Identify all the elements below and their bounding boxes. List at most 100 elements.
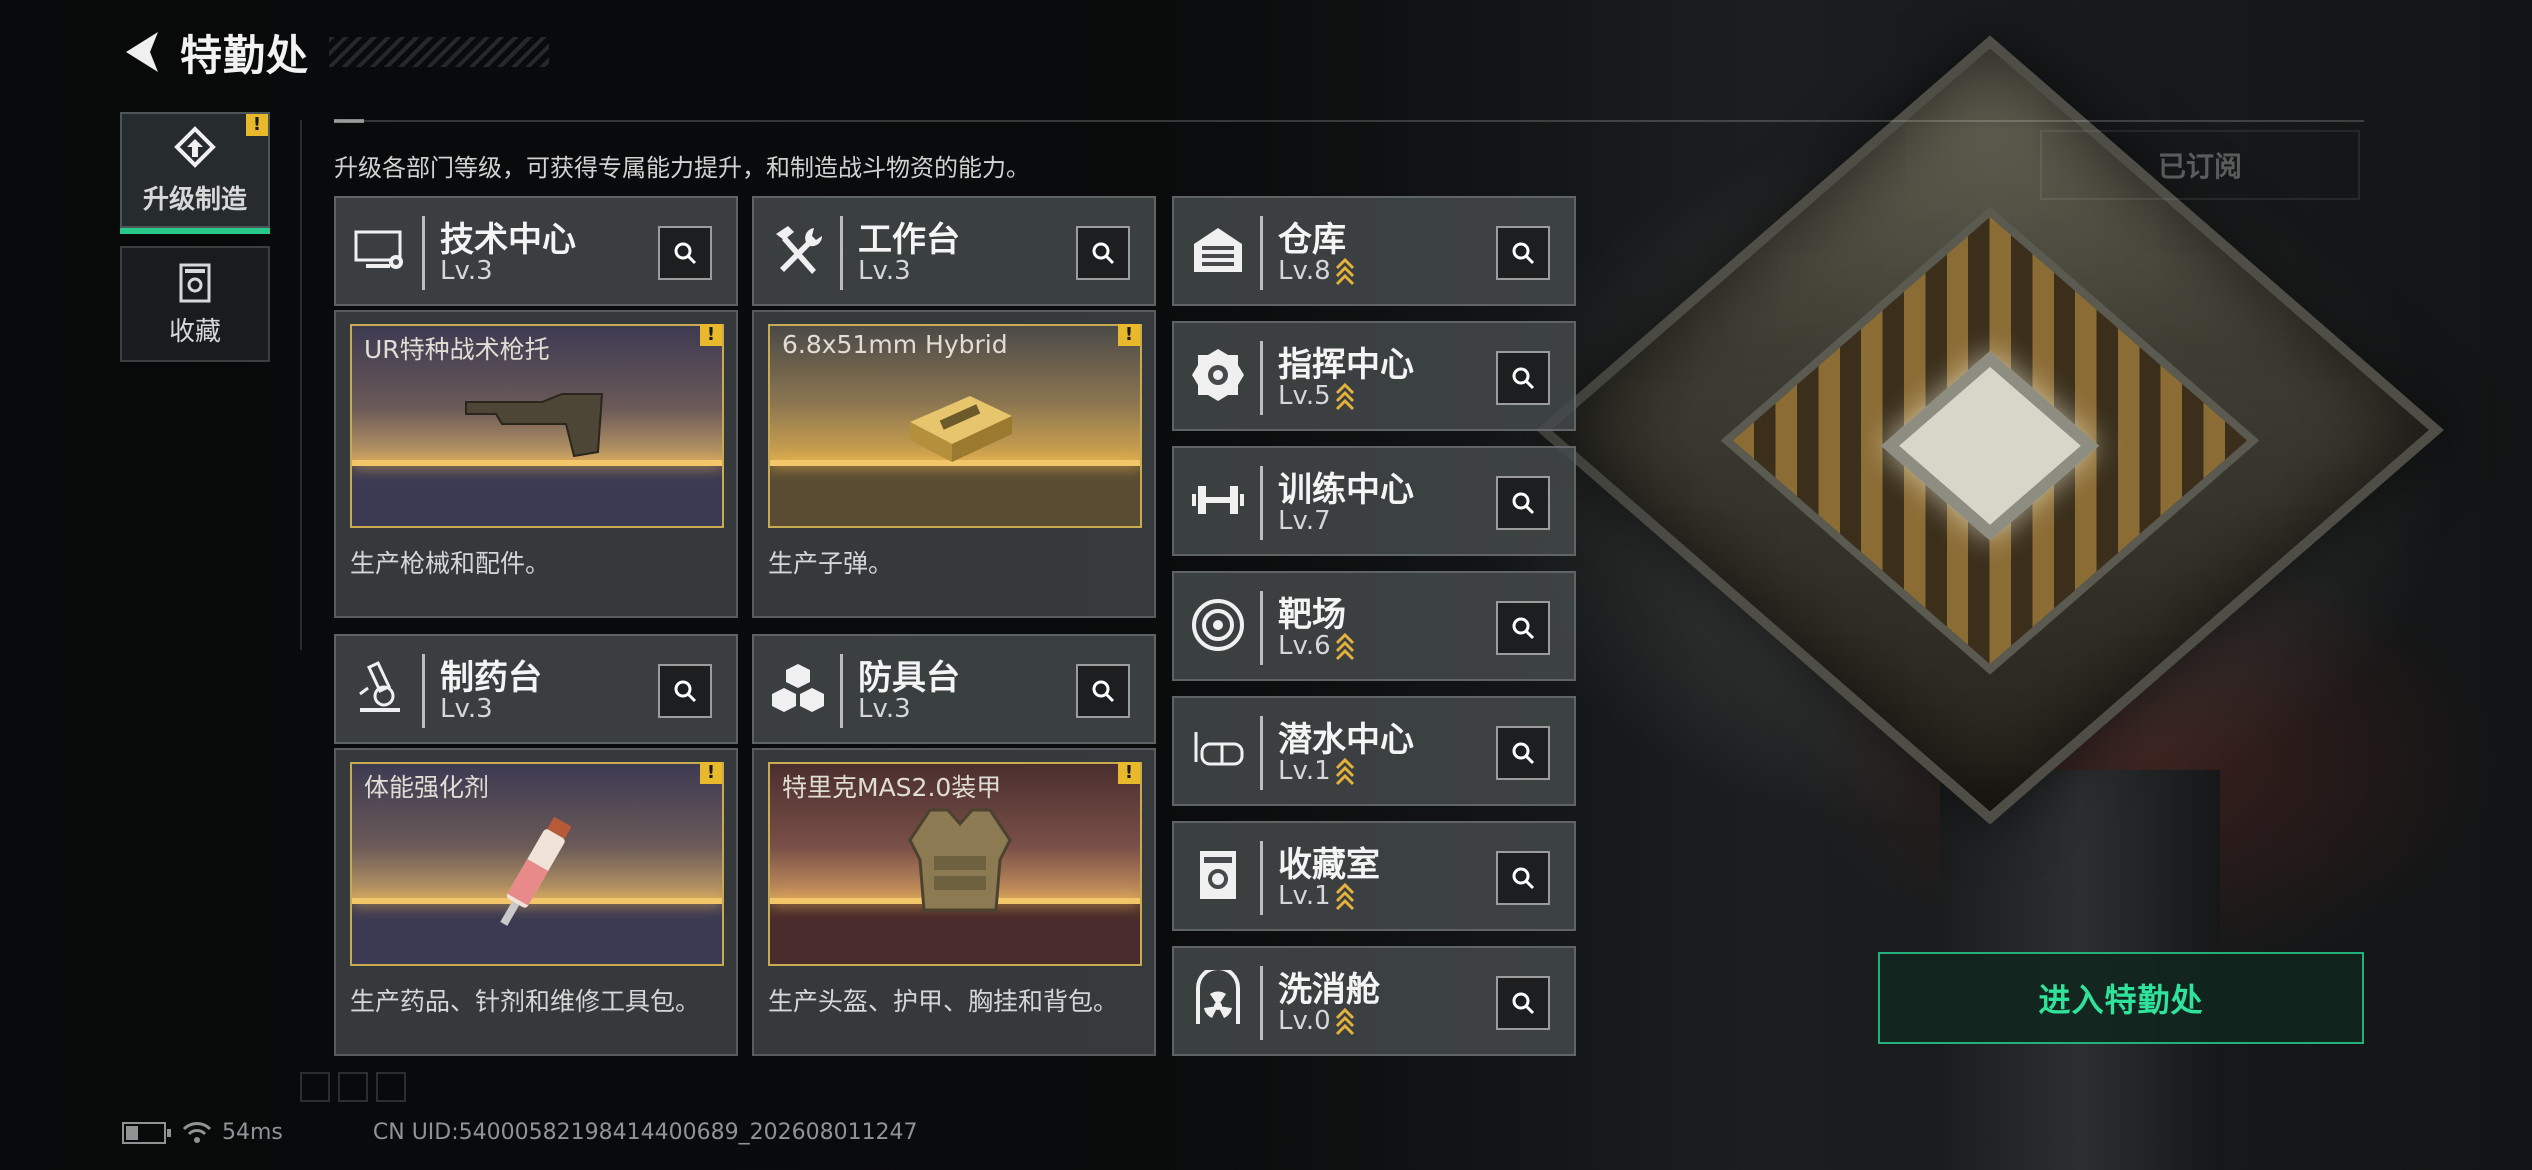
back-arrow-icon[interactable] <box>120 28 166 76</box>
search-button[interactable] <box>1496 601 1550 655</box>
subscribed-button[interactable]: 已订阅 <box>2040 130 2360 200</box>
product-card-armor[interactable]: 特里克MAS2.0装甲 ! 生产头盔、护甲、胸挂和背包。 <box>752 748 1156 1056</box>
level-text: Lv.8 <box>1278 256 1331 286</box>
search-icon <box>1512 617 1535 640</box>
search-button[interactable] <box>1496 851 1550 905</box>
separator <box>1260 216 1263 290</box>
facility-training-center[interactable]: 训练中心 Lv.7 <box>1172 446 1576 556</box>
tab-collection[interactable]: 收藏 <box>120 246 270 362</box>
workshop-name: 技术中心 <box>440 220 576 260</box>
product-card-tech[interactable]: UR特种战术枪托 ! 生产枪械和配件。 <box>334 310 738 618</box>
search-icon <box>1092 680 1115 703</box>
search-button[interactable] <box>658 664 712 718</box>
separator <box>422 216 425 290</box>
level-text: Lv.5 <box>1278 381 1331 411</box>
search-icon <box>1512 867 1535 890</box>
search-button[interactable] <box>1496 226 1550 280</box>
upgrade-arrow-icon <box>1335 757 1354 785</box>
search-button[interactable] <box>1496 476 1550 530</box>
product-description: 生产枪械和配件。 <box>350 549 551 578</box>
footer-decoration <box>300 1072 406 1102</box>
workshop-armor-bench[interactable]: 防具台 Lv.3 <box>752 634 1156 744</box>
search-icon <box>1512 992 1535 1015</box>
facility-level: Lv.0 <box>1278 1006 1355 1036</box>
separator <box>1260 966 1263 1040</box>
separator <box>1260 841 1263 915</box>
facility-name: 洗消舱 <box>1278 970 1380 1010</box>
tab-label: 收藏 <box>168 316 221 347</box>
search-button[interactable] <box>1496 726 1550 780</box>
user-uid: CN UID:54000582198414400689_202608011247 <box>372 1120 918 1145</box>
workshop-pharmacy[interactable]: 制药台 Lv.3 <box>334 634 738 744</box>
upgrade-icon <box>174 125 216 168</box>
facility-command-center[interactable]: 指挥中心 Lv.5 <box>1172 321 1576 431</box>
level-text: Lv.7 <box>1278 506 1331 536</box>
page-header: 特勤处 <box>120 22 550 82</box>
facility-shooting-range[interactable]: 靶场 Lv.6 <box>1172 571 1576 681</box>
facility-decon-chamber[interactable]: 洗消舱 Lv.0 <box>1172 946 1576 1056</box>
tab-upgrade-craft[interactable]: 升级制造 ! <box>120 112 270 234</box>
intro-text: 升级各部门等级，可获得专属能力提升，和制造战斗物资的能力。 <box>334 154 1030 182</box>
product-description: 生产药品、针剂和维修工具包。 <box>350 987 701 1016</box>
separator <box>1260 591 1263 665</box>
microscope-icon <box>359 661 400 712</box>
product-name: 特里克MAS2.0装甲 <box>782 773 1002 802</box>
facility-warehouse[interactable]: 仓库 Lv.8 <box>1172 196 1576 306</box>
warning-badge: ! <box>700 762 722 784</box>
warning-badge: ! <box>246 114 268 136</box>
search-icon <box>1092 242 1115 265</box>
product-description: 生产子弹。 <box>768 549 894 578</box>
search-icon <box>1512 242 1535 265</box>
syringe-image <box>500 816 572 926</box>
product-name: UR特种战术枪托 <box>364 335 550 364</box>
facility-level: Lv.1 <box>1278 881 1355 911</box>
facility-level: Lv.1 <box>1278 756 1355 786</box>
facility-diving-center[interactable]: 潜水中心 Lv.1 <box>1172 696 1576 806</box>
workshop-name: 工作台 <box>858 220 960 260</box>
search-icon <box>1512 492 1535 515</box>
body-armor-image <box>908 808 1012 912</box>
upgrade-arrow-icon <box>1335 1007 1354 1035</box>
chip-icon <box>1192 349 1244 401</box>
ping-value: 54ms <box>222 1120 283 1145</box>
workshop-level: Lv.3 <box>440 694 493 724</box>
search-button[interactable] <box>1076 226 1130 280</box>
search-icon <box>674 242 697 265</box>
gun-stock-image <box>465 393 604 458</box>
product-card-pharmacy[interactable]: 体能强化剂 ! 生产药品、针剂和维修工具包。 <box>334 748 738 1056</box>
diving-mask-icon <box>1194 732 1244 766</box>
title-decoration <box>329 37 550 67</box>
dumbbell-icon <box>1192 486 1244 514</box>
level-text: Lv.1 <box>1278 881 1331 911</box>
monitor-gear-icon <box>354 230 403 269</box>
facility-name: 训练中心 <box>1278 470 1414 510</box>
search-button[interactable] <box>658 226 712 280</box>
target-icon <box>1192 599 1244 651</box>
warning-badge: ! <box>1118 324 1140 346</box>
battery-icon <box>122 1121 171 1144</box>
level-text: Lv.0 <box>1278 1006 1331 1036</box>
product-card-workbench[interactable]: 6.8x51mm Hybrid ! 生产子弹。 <box>752 310 1156 618</box>
search-button[interactable] <box>1496 351 1550 405</box>
separator <box>1260 716 1263 790</box>
separator <box>1260 341 1263 415</box>
wifi-icon <box>182 1121 212 1143</box>
facility-name: 收藏室 <box>1278 845 1380 885</box>
level-text: Lv.6 <box>1278 631 1331 661</box>
tab-label: 升级制造 <box>142 184 247 215</box>
search-button[interactable] <box>1496 976 1550 1030</box>
collection-icon <box>1200 851 1236 899</box>
facility-collection-room[interactable]: 收藏室 Lv.1 <box>1172 821 1576 931</box>
tools-icon <box>776 226 823 274</box>
product-description: 生产头盔、护甲、胸挂和背包。 <box>768 987 1119 1016</box>
page-title: 特勤处 <box>180 30 310 80</box>
search-icon <box>674 680 697 703</box>
radiation-icon <box>1196 970 1240 1024</box>
workshop-workbench[interactable]: 工作台 Lv.3 <box>752 196 1156 306</box>
warning-badge: ! <box>1118 762 1140 784</box>
armor-blocks-icon <box>772 664 824 712</box>
facility-name: 潜水中心 <box>1278 720 1414 760</box>
enter-special-ops-button[interactable]: 进入特勤处 <box>1878 952 2364 1044</box>
search-button[interactable] <box>1076 664 1130 718</box>
workshop-tech-center[interactable]: 技术中心 Lv.3 <box>334 196 738 306</box>
